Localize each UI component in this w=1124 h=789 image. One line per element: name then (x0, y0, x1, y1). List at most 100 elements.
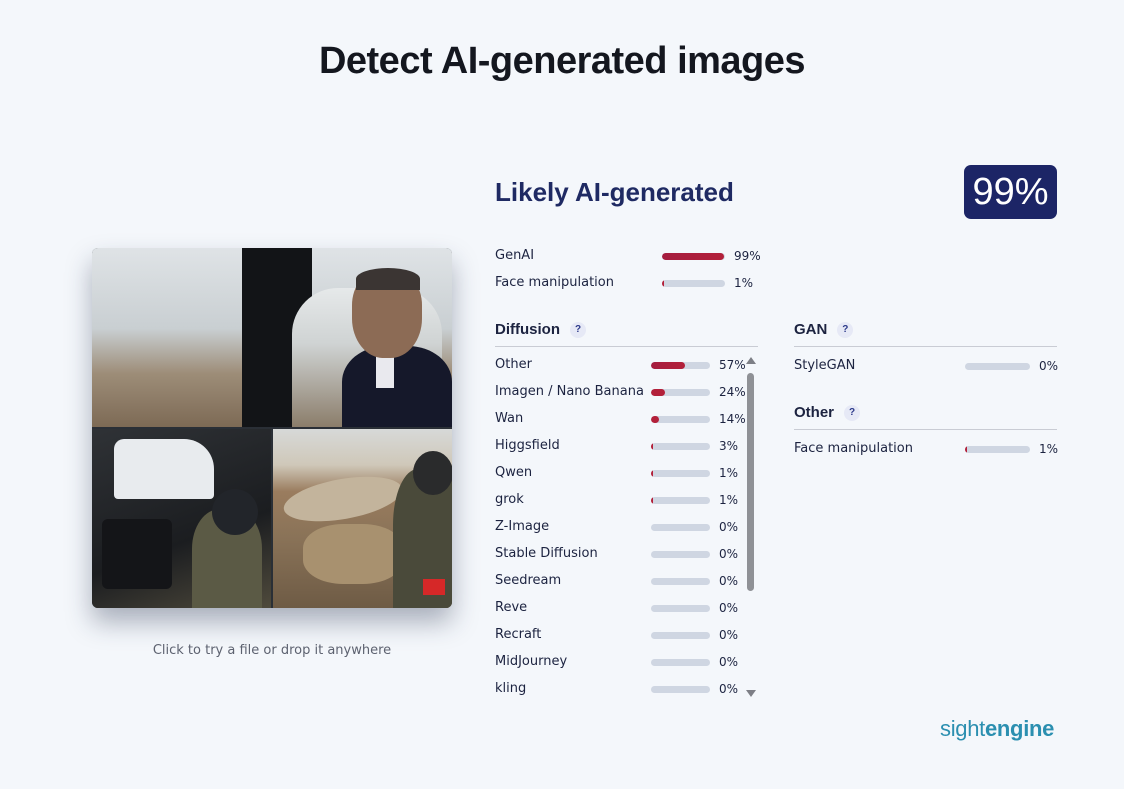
score-row-label: StyleGAN (794, 358, 856, 373)
score-row: Qwen 1% (495, 463, 745, 483)
score-row-label: Imagen / Nano Banana (495, 384, 644, 399)
score-row: Imagen / Nano Banana 24% (495, 382, 746, 402)
score-bar (662, 280, 725, 287)
score-row-percent: 14% (719, 412, 746, 426)
diffusion-divider (495, 346, 758, 347)
score-row: Face manipulation 1% (495, 273, 775, 293)
score-row: Stable Diffusion 0% (495, 544, 745, 564)
sightengine-logo[interactable]: sightengine (940, 716, 1054, 742)
score-bar (651, 497, 710, 504)
score-row: Z-Image 0% (495, 517, 745, 537)
gan-help-icon[interactable]: ? (837, 322, 854, 338)
score-bar (651, 524, 710, 531)
upload-hint[interactable]: Click to try a file or drop it anywhere (92, 643, 452, 658)
score-bar (651, 632, 710, 639)
score-row-percent: 0% (719, 655, 739, 669)
score-bar-fill (651, 443, 653, 450)
score-bar-fill (965, 446, 967, 453)
scroll-thumb[interactable] (747, 373, 754, 591)
photo-leader-in-helicopter (92, 248, 452, 427)
score-row-percent: 0% (719, 628, 739, 642)
score-bar (651, 389, 710, 396)
diffusion-section-title: Diffusion? (495, 321, 586, 338)
score-row-percent: 24% (719, 385, 746, 399)
score-row-label: Face manipulation (495, 275, 614, 290)
score-row-percent: 1% (719, 493, 739, 507)
score-row-label: grok (495, 492, 524, 507)
score-bar (651, 578, 710, 585)
score-bar (651, 362, 710, 369)
score-bar-fill (662, 280, 664, 287)
verdict-label: Likely AI-generated (495, 177, 734, 207)
score-bar-fill (662, 253, 724, 260)
score-bar (651, 686, 710, 693)
score-row-percent: 0% (719, 547, 739, 561)
score-bar-fill (651, 362, 685, 369)
score-bar (651, 605, 710, 612)
score-row: Reve 0% (495, 598, 745, 618)
score-row-label: kling (495, 681, 527, 696)
score-row-percent: 99% (734, 249, 761, 263)
gan-section-title: GAN? (794, 321, 854, 338)
score-row: GenAI 99% (495, 246, 775, 266)
score-bar (651, 416, 710, 423)
other-help-icon[interactable]: ? (844, 405, 861, 421)
score-bar-fill (651, 497, 653, 504)
scroll-up-arrow-icon[interactable] (746, 357, 756, 364)
other-divider (794, 429, 1057, 430)
diffusion-list[interactable]: Other 57% Imagen / Nano Banana 24% Wan 14% Hig… (495, 355, 757, 700)
score-row: Other 57% (495, 355, 746, 375)
gan-divider (794, 346, 1057, 347)
score-row-label: Qwen (495, 465, 533, 480)
score-badge: 99% (964, 165, 1057, 219)
page-title: Detect AI-generated images (318, 40, 806, 82)
score-row: grok 1% (495, 490, 745, 510)
score-row-percent: 1% (719, 466, 739, 480)
score-row-label: Face manipulation (794, 441, 913, 456)
score-row: MidJourney 0% (495, 652, 745, 672)
photo-cockpit-pilots (92, 429, 271, 608)
score-row-percent: 0% (719, 574, 739, 588)
score-bar (965, 363, 1030, 370)
uploaded-image-preview[interactable] (92, 248, 452, 608)
score-row: Face manipulation 1% (794, 439, 1059, 459)
score-row-label: Other (495, 357, 532, 372)
score-row-label: Reve (495, 600, 528, 615)
diffusion-help-icon[interactable]: ? (570, 322, 586, 338)
score-bar (651, 470, 710, 477)
score-bar-fill (651, 389, 665, 396)
score-bar-fill (651, 470, 653, 477)
diffusion-scrollbar[interactable] (745, 357, 757, 697)
score-row: StyleGAN 0% (794, 356, 1059, 376)
score-bar (965, 446, 1030, 453)
score-bar (662, 253, 725, 260)
score-row-label: Z-Image (495, 519, 550, 534)
score-row: Wan 14% (495, 409, 746, 429)
score-row-label: Seedream (495, 573, 562, 588)
photo-flooded-landscape (273, 429, 452, 608)
score-row-label: MidJourney (495, 654, 568, 669)
score-row: Recraft 0% (495, 625, 745, 645)
score-row-percent: 3% (719, 439, 739, 453)
score-row-label: GenAI (495, 248, 535, 263)
score-row-percent: 57% (719, 358, 746, 372)
other-section-title: Other? (794, 404, 861, 421)
score-bar (651, 443, 710, 450)
score-row-label: Higgsfield (495, 438, 560, 453)
score-row: Higgsfield 3% (495, 436, 745, 456)
score-bar (651, 551, 710, 558)
score-row-percent: 0% (719, 520, 739, 534)
score-row-label: Stable Diffusion (495, 546, 598, 561)
score-row: kling 0% (495, 679, 745, 699)
score-row-percent: 1% (1039, 442, 1059, 456)
scroll-down-arrow-icon[interactable] (746, 690, 756, 697)
score-bar (651, 659, 710, 666)
score-bar-fill (651, 416, 659, 423)
score-row-percent: 0% (719, 682, 739, 696)
score-row-label: Recraft (495, 627, 542, 642)
score-row-percent: 0% (1039, 359, 1059, 373)
score-row-percent: 1% (734, 276, 754, 290)
score-row-label: Wan (495, 411, 524, 426)
score-row: Seedream 0% (495, 571, 745, 591)
score-row-percent: 0% (719, 601, 739, 615)
